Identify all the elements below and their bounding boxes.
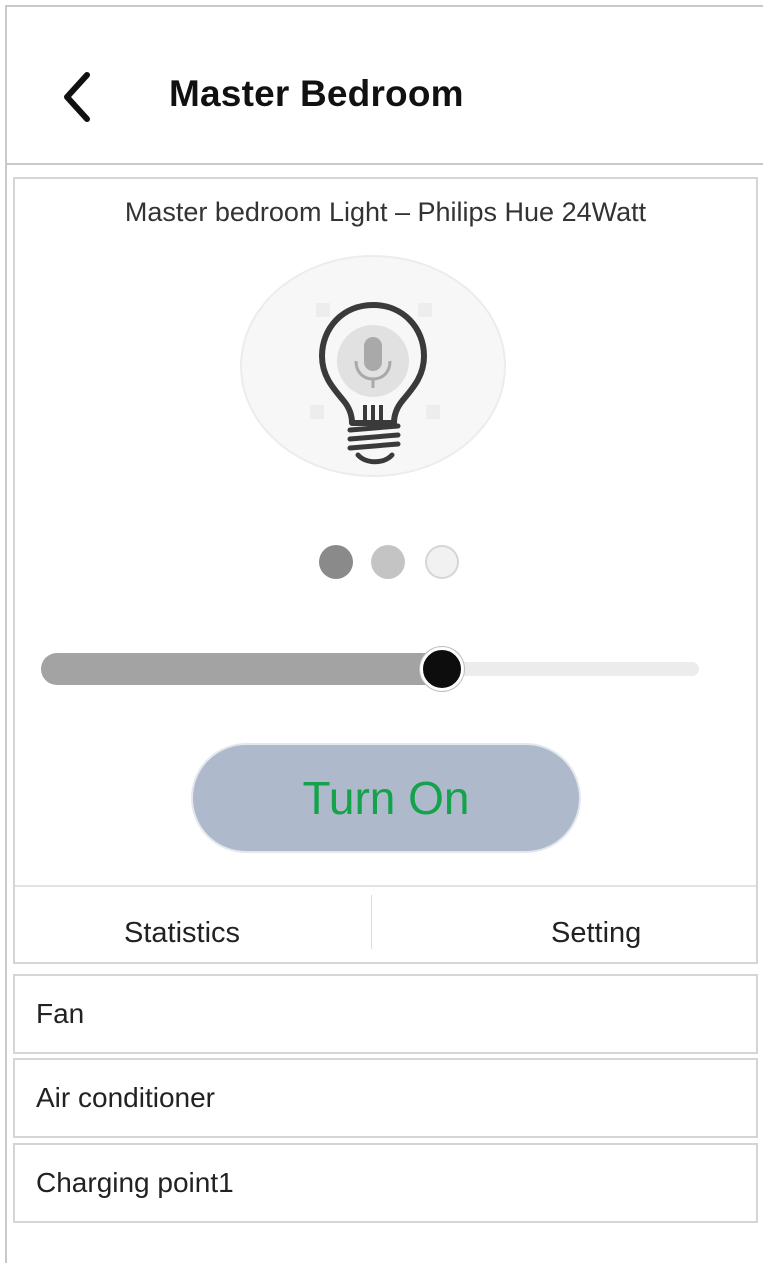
back-button[interactable] (57, 67, 107, 127)
list-item-fan[interactable]: Fan (13, 974, 758, 1054)
page-title: Master Bedroom (169, 73, 464, 114)
turn-on-button[interactable]: Turn On (191, 743, 581, 853)
device-card: Master bedroom Light – Philips Hue 24Wat… (13, 177, 758, 964)
header-bar: Master Bedroom (7, 7, 763, 165)
slider-thumb[interactable] (420, 647, 465, 691)
microphone-icon (337, 325, 409, 397)
list-item-air-conditioner[interactable]: Air conditioner (13, 1058, 758, 1138)
tab-divider (371, 895, 372, 949)
device-title: Master bedroom Light – Philips Hue 24Wat… (124, 197, 647, 227)
slider-fill (41, 653, 451, 685)
color-option-dark[interactable] (319, 545, 353, 579)
tab-statistics[interactable]: Statistics (124, 917, 240, 950)
color-option-medium[interactable] (371, 545, 405, 579)
chevron-left-icon (64, 72, 90, 122)
brightness-slider[interactable] (41, 647, 699, 691)
bulb-control[interactable] (240, 255, 506, 477)
list-item-charging-point[interactable]: Charging point1 (13, 1143, 758, 1223)
color-option-light[interactable] (425, 545, 459, 579)
tab-bar: Statistics Setting (15, 885, 756, 964)
lightbulb-icon (310, 302, 440, 465)
tab-setting[interactable]: Setting (551, 917, 641, 950)
